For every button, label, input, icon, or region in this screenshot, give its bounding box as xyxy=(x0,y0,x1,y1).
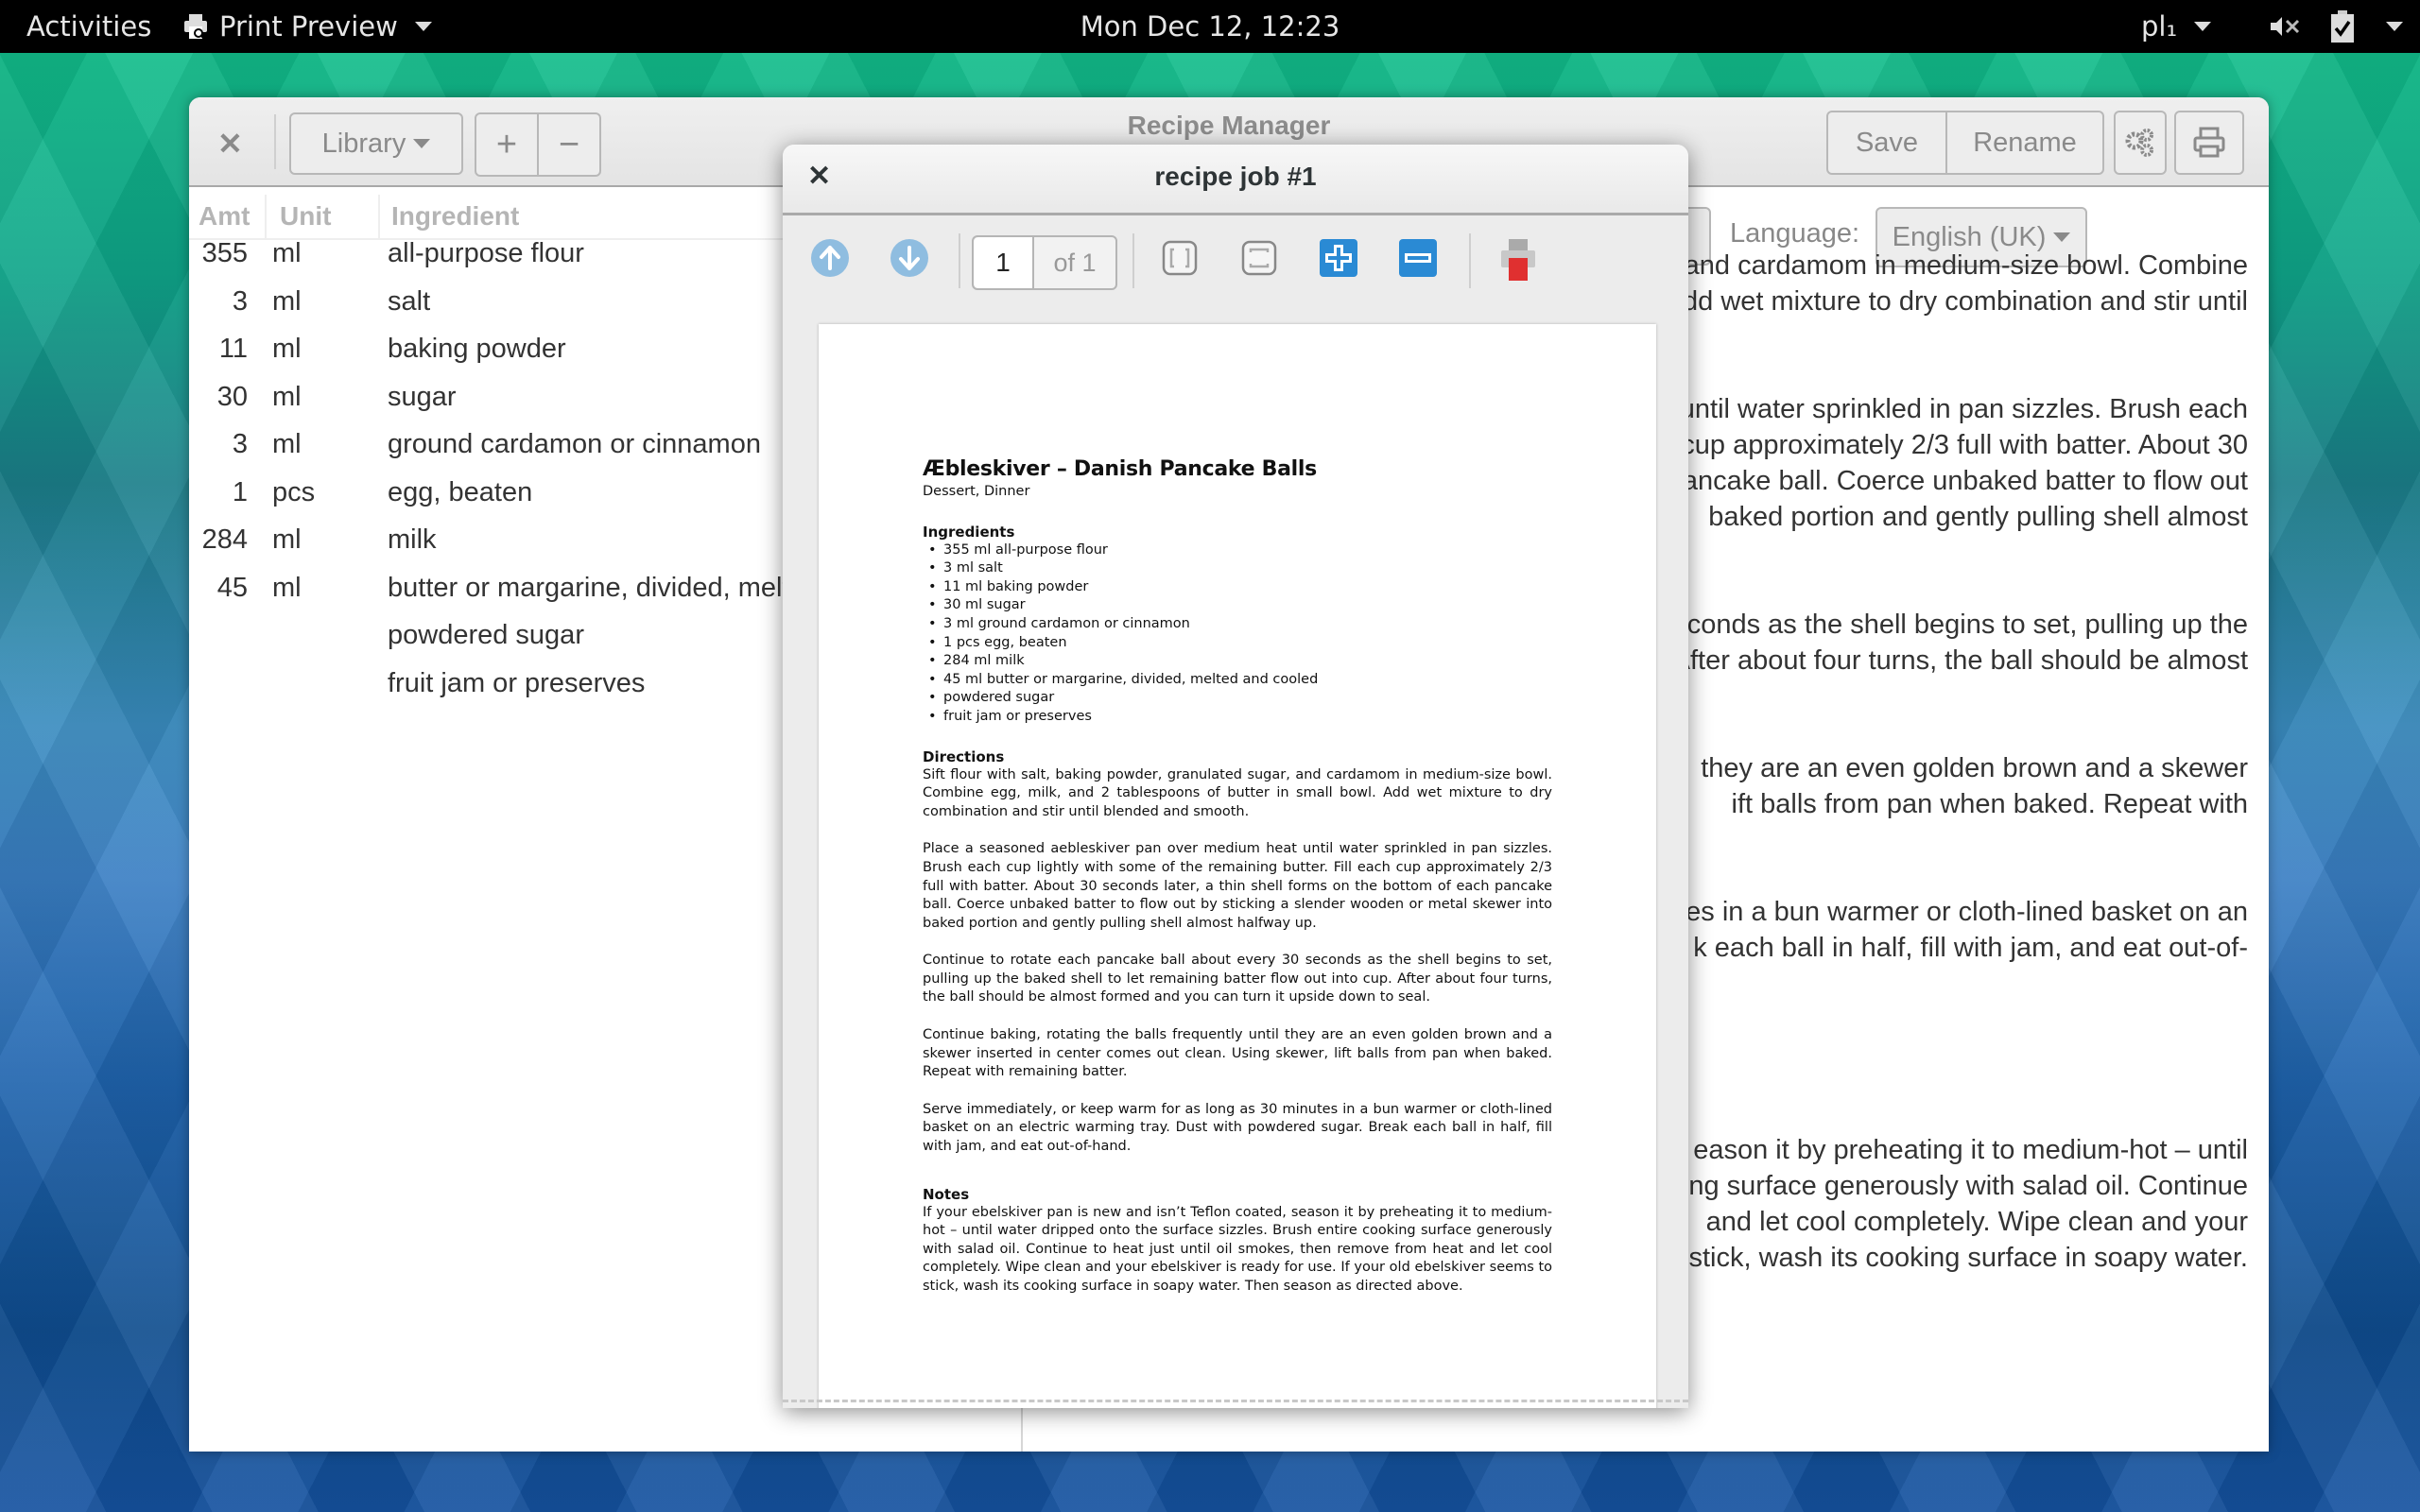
ingredient-unit: ml xyxy=(272,429,302,459)
column-header-ingredient[interactable]: Ingredient xyxy=(391,195,769,238)
ingredient-unit: pcs xyxy=(272,476,316,507)
recipe-title: Æbleskiver – Danish Pancake Balls xyxy=(923,457,1317,481)
ingredient-item: 355 ml all-purpose flour xyxy=(928,541,1552,560)
gears-icon xyxy=(2125,129,2153,157)
print-button[interactable] xyxy=(2174,111,2244,175)
dialog-header: ✕ recipe job #1 xyxy=(783,145,1688,215)
ingredient-item: 30 ml sugar xyxy=(928,596,1552,615)
ingredient-amount: 284 xyxy=(201,524,248,555)
ingredient-name: salt xyxy=(388,285,431,317)
ingredient-name: fruit jam or preserves xyxy=(388,667,646,698)
ingredient-name: powdered sugar xyxy=(388,620,584,650)
save-button[interactable]: Save xyxy=(1826,111,1947,175)
zoom-fit-page-icon[interactable] xyxy=(1240,239,1278,277)
ingredient-item: 284 ml milk xyxy=(928,652,1552,671)
chevron-down-icon xyxy=(2053,232,2071,242)
zoom-out-icon[interactable] xyxy=(1399,239,1437,277)
ingredient-item: 3 ml salt xyxy=(928,559,1552,578)
page-selector: 1 of 1 xyxy=(972,235,1117,290)
ingredient-item: 1 pcs egg, beaten xyxy=(928,634,1552,653)
direction-paragraph: Continue baking, rotating the balls freq… xyxy=(923,1027,1552,1080)
activities-button[interactable]: Activities xyxy=(26,0,151,53)
directions-heading: Directions xyxy=(923,747,1005,765)
dialog-title: recipe job #1 xyxy=(1154,162,1317,191)
app-menu[interactable]: Print Preview xyxy=(182,0,432,53)
rename-button[interactable]: Rename xyxy=(1945,111,2104,175)
top-bar: Activities Print Preview Mon Dec 12, 12:… xyxy=(0,0,2420,53)
ingredient-name: ground cardamon or cinnamon xyxy=(388,429,761,459)
ingredient-unit: ml xyxy=(272,524,302,555)
app-menu-label: Print Preview xyxy=(219,10,398,43)
ingredient-amount: 30 xyxy=(216,381,248,412)
ingredient-name: baking powder xyxy=(388,334,566,364)
battery-charged-icon xyxy=(2331,10,2354,43)
previous-page-icon[interactable] xyxy=(811,239,849,277)
rename-label: Rename xyxy=(1973,127,2077,158)
direction-paragraph: Place a seasoned aebleskiver pan over me… xyxy=(923,841,1552,931)
ingredient-amount: 355 xyxy=(201,238,248,268)
input-method-menu[interactable]: pl₁ xyxy=(2141,0,2212,53)
ingredient-amount: 1 xyxy=(232,476,248,507)
column-separator xyxy=(265,195,267,238)
page-boundary xyxy=(783,1400,1688,1402)
ingredient-name: milk xyxy=(388,524,437,555)
language-label: Language: xyxy=(1730,218,1860,249)
ingredient-unit: ml xyxy=(272,381,302,412)
print-icon[interactable] xyxy=(1497,239,1539,281)
settings-button[interactable] xyxy=(2114,111,2167,175)
save-label: Save xyxy=(1855,127,1919,158)
input-method-label: pl₁ xyxy=(2141,10,2178,43)
chevron-down-icon xyxy=(2194,22,2212,31)
ingredient-unit: ml xyxy=(272,285,302,317)
page-number-input[interactable]: 1 xyxy=(974,237,1034,288)
direction-paragraph: Serve immediately, or keep warm for as l… xyxy=(923,1101,1552,1155)
activities-label: Activities xyxy=(26,10,152,43)
directions-text: Sift flour with salt, baking powder, gra… xyxy=(923,766,1552,1157)
notes-heading: Notes xyxy=(923,1185,970,1203)
print-preview-icon xyxy=(184,14,207,41)
ingredient-name: sugar xyxy=(388,381,457,412)
ingredient-amount: 3 xyxy=(232,285,248,317)
ingredient-unit: ml xyxy=(272,334,302,364)
ingredient-item: 3 ml ground cardamon or cinnamon xyxy=(928,615,1552,634)
ingredient-unit: ml xyxy=(272,238,302,268)
column-header-unit[interactable]: Unit xyxy=(280,195,374,238)
toolbar-separator xyxy=(959,233,960,288)
system-menu[interactable] xyxy=(2269,0,2403,53)
volume-muted-icon xyxy=(2271,17,2300,36)
chevron-down-icon xyxy=(2386,22,2403,31)
direction-paragraph: Continue to rotate each pancake ball abo… xyxy=(923,953,1552,1005)
ingredient-unit: ml xyxy=(272,572,302,603)
column-separator xyxy=(378,195,380,238)
clock[interactable]: Mon Dec 12, 12:23 xyxy=(1080,0,1340,53)
page-total: of 1 xyxy=(1053,249,1097,277)
toolbar-separator xyxy=(1132,233,1134,288)
print-preview-page: Æbleskiver – Danish Pancake Balls Desser… xyxy=(819,324,1656,1408)
chevron-down-icon xyxy=(414,22,432,31)
ingredient-item: 11 ml baking powder xyxy=(928,578,1552,597)
ingredients-heading: Ingredients xyxy=(923,523,1015,541)
ingredient-amount: 11 xyxy=(218,334,248,364)
ingredient-amount: 3 xyxy=(232,429,248,459)
direction-paragraph: Sift flour with salt, baking powder, gra… xyxy=(923,766,1552,819)
ingredient-name: all-purpose flour xyxy=(388,238,584,268)
ingredients-list: 355 ml all-purpose flour3 ml salt11 ml b… xyxy=(923,541,1552,727)
recipe-categories: Dessert, Dinner xyxy=(923,484,1030,499)
notes-text: If your ebelskiver pan is new and isn’t … xyxy=(923,1204,1552,1294)
printer-icon xyxy=(2193,127,2225,158)
page-content: Æbleskiver – Danish Pancake Balls Desser… xyxy=(923,456,1552,1315)
ingredient-name: egg, beaten xyxy=(388,476,533,507)
ingredient-item: 45 ml butter or margarine, divided, melt… xyxy=(928,671,1552,690)
column-header-amt[interactable]: Amt xyxy=(199,195,265,238)
ingredient-amount: 45 xyxy=(216,572,248,603)
zoom-fit-width-icon[interactable] xyxy=(1161,239,1199,277)
zoom-in-icon[interactable] xyxy=(1320,239,1357,277)
ingredient-item: powdered sugar xyxy=(928,689,1552,708)
toolbar-separator xyxy=(1469,233,1471,288)
print-preview-dialog: ✕ recipe job #1 1 of 1 Æbleskiver – Dani… xyxy=(783,145,1688,1408)
ingredient-item: fruit jam or preserves xyxy=(928,708,1552,727)
next-page-icon[interactable] xyxy=(890,239,928,277)
